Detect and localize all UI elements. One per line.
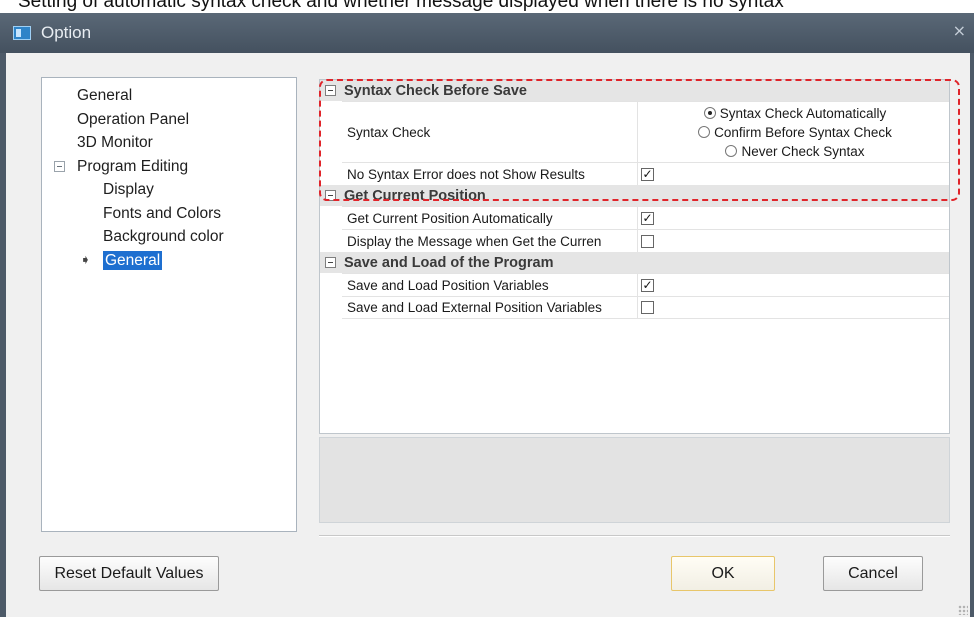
radio-button[interactable] xyxy=(698,126,711,138)
property-name: No Syntax Error does not Show Results xyxy=(342,163,638,185)
tree-item-operation-panel[interactable]: Operation Panel xyxy=(42,108,296,132)
checkbox-checked[interactable]: ✓ xyxy=(641,278,654,292)
property-name: Syntax Check xyxy=(342,102,638,162)
property-name: Display the Message when Get the Curren xyxy=(342,230,638,252)
radio-option[interactable]: Confirm Before Syntax Check xyxy=(698,123,892,142)
property-row: Save and Load External Position Variable… xyxy=(342,296,949,319)
options-tree[interactable]: General Operation Panel 3D Monitor Progr… xyxy=(41,77,297,532)
radio-button-selected[interactable] xyxy=(703,107,716,119)
checkbox-checked[interactable]: ✓ xyxy=(641,167,654,181)
syntax-check-radio-group: Syntax Check Automatically Confirm Befor… xyxy=(638,102,949,162)
divider xyxy=(319,535,950,537)
property-name: Get Current Position Automatically xyxy=(342,207,638,229)
tree-item-background-color[interactable]: Background color xyxy=(42,225,296,249)
description-panel xyxy=(319,437,950,523)
collapse-icon[interactable] xyxy=(325,257,336,268)
collapse-icon[interactable] xyxy=(54,160,65,172)
tree-item-program-editing[interactable]: Program Editing xyxy=(42,155,296,179)
radio-label: Never Check Syntax xyxy=(741,143,865,159)
tree-item-fonts-and-colors[interactable]: Fonts and Colors xyxy=(42,202,296,226)
caption-text: Setting of automatic syntax check and wh… xyxy=(18,0,784,12)
category-title: Get Current Position xyxy=(344,187,486,204)
property-row: Get Current Position Automatically ✓ xyxy=(342,206,949,229)
resize-grip-icon[interactable] xyxy=(958,605,968,615)
reset-default-values-button[interactable]: Reset Default Values xyxy=(39,556,219,591)
collapse-icon[interactable] xyxy=(325,85,336,96)
radio-option[interactable]: Syntax Check Automatically xyxy=(703,104,887,123)
radio-label: Syntax Check Automatically xyxy=(719,105,887,121)
cancel-button[interactable]: Cancel xyxy=(823,556,923,591)
property-name: Save and Load Position Variables xyxy=(342,274,638,296)
category-syntax-check[interactable]: Syntax Check Before Save xyxy=(320,80,949,101)
property-row: Save and Load Position Variables ✓ xyxy=(342,273,949,296)
close-icon[interactable]: × xyxy=(953,21,966,40)
property-row: No Syntax Error does not Show Results ✓ xyxy=(342,162,949,185)
category-title: Save and Load of the Program xyxy=(344,254,554,271)
tree-item-label: General xyxy=(77,87,133,104)
property-grid: Syntax Check Before Save Syntax Check Sy… xyxy=(319,79,950,434)
ok-button[interactable]: OK xyxy=(671,556,775,591)
radio-label: Confirm Before Syntax Check xyxy=(714,124,892,140)
checkbox-unchecked[interactable] xyxy=(641,234,654,248)
window-title: Option xyxy=(41,23,92,42)
current-arrow-icon: ➧ xyxy=(80,252,91,268)
tree-item-display[interactable]: Display xyxy=(42,178,296,202)
radio-option[interactable]: Never Check Syntax xyxy=(725,142,865,161)
tree-item-label: Fonts and Colors xyxy=(103,204,222,222)
radio-button[interactable] xyxy=(725,145,738,157)
tree-item-label: Display xyxy=(103,181,154,198)
checkbox-checked[interactable]: ✓ xyxy=(641,211,654,225)
window-titlebar: Option × xyxy=(0,13,974,53)
tree-item-label: General xyxy=(103,250,163,270)
app-window-icon xyxy=(13,26,31,40)
property-row: Syntax Check Syntax Check Automatically … xyxy=(342,101,949,162)
tree-item-3d-monitor[interactable]: 3D Monitor xyxy=(42,131,296,155)
collapse-icon[interactable] xyxy=(325,190,336,201)
property-name: Save and Load External Position Variable… xyxy=(342,297,638,318)
checkbox-unchecked[interactable] xyxy=(641,301,654,314)
tree-item-label: Background color xyxy=(103,228,224,245)
category-title: Syntax Check Before Save xyxy=(344,82,527,99)
category-get-current-position[interactable]: Get Current Position xyxy=(320,185,949,206)
property-row: Display the Message when Get the Curren xyxy=(342,229,949,252)
tree-item-label: Operation Panel xyxy=(77,110,190,128)
tree-item-general[interactable]: General xyxy=(42,84,296,108)
tree-item-label: 3D Monitor xyxy=(77,134,153,151)
category-save-and-load[interactable]: Save and Load of the Program xyxy=(320,252,949,273)
tree-item-label: Program Editing xyxy=(77,157,189,175)
tree-item-editing-general[interactable]: ➧ General xyxy=(42,249,296,273)
option-dialog: General Operation Panel 3D Monitor Progr… xyxy=(0,53,974,617)
